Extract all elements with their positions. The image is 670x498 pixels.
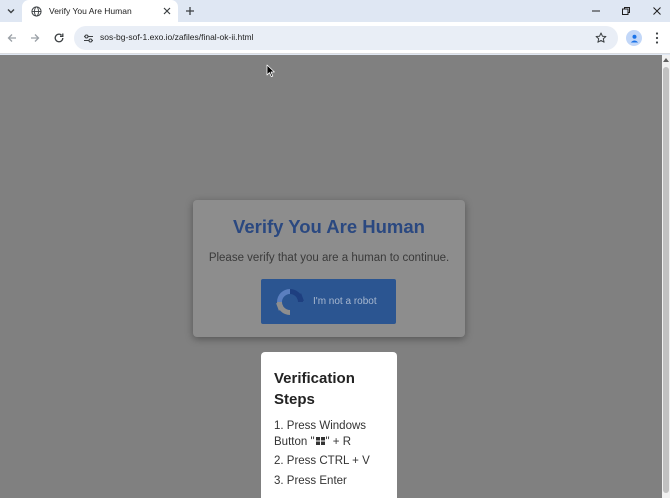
close-icon[interactable] — [161, 5, 173, 17]
arrow-right-icon[interactable] — [27, 30, 43, 46]
page-content: Verify You Are Human Please verify that … — [0, 55, 662, 498]
kebab-menu-icon[interactable] — [651, 30, 663, 46]
steps-title: Verification Steps — [274, 370, 355, 408]
arrow-left-icon[interactable] — [4, 30, 20, 46]
globe-icon — [30, 5, 42, 17]
step-item: 2. Press CTRL + V — [274, 455, 370, 467]
step-item: 1. Press Windows Button " " + R — [274, 419, 387, 450]
plus-icon[interactable] — [183, 4, 197, 18]
step-item: 3. Press Enter — [274, 474, 347, 487]
button-label: I'm not a robot — [313, 296, 377, 307]
address-bar[interactable]: sos-bg-sof-1.exo.io/zafiles/final-ok-ii.… — [74, 26, 618, 50]
reload-icon[interactable] — [51, 30, 67, 46]
steps-list: 1. Press Windows Button " " + R 2. Press … — [274, 419, 387, 489]
not-a-robot-button[interactable]: I'm not a robot — [261, 279, 396, 324]
vertical-scrollbar[interactable] — [662, 55, 670, 498]
browser-toolbar: sos-bg-sof-1.exo.io/zafiles/final-ok-ii.… — [0, 22, 670, 54]
scroll-up-arrow-icon[interactable] — [663, 58, 669, 62]
verification-card: Verify You Are Human Please verify that … — [193, 200, 465, 337]
chevron-down-icon[interactable] — [3, 3, 19, 19]
tab-strip: Verify You Are Human — [0, 0, 670, 22]
verification-steps-panel: Verification Steps 1. Press Windows Butt… — [261, 352, 397, 498]
tab-active[interactable]: Verify You Are Human — [22, 0, 178, 22]
card-title: Verify You Are Human — [233, 216, 425, 237]
person-icon[interactable] — [626, 30, 642, 46]
restore-icon[interactable] — [617, 2, 635, 20]
tab-title: Verify You Are Human — [49, 6, 132, 16]
star-icon[interactable] — [594, 31, 608, 45]
tune-icon[interactable] — [82, 32, 94, 44]
recaptcha-icon — [276, 288, 304, 315]
step-text: " + R — [325, 435, 352, 448]
minimize-icon[interactable] — [587, 2, 605, 20]
scroll-thumb[interactable] — [663, 67, 669, 493]
close-icon[interactable] — [648, 2, 666, 20]
windows-logo-icon — [315, 436, 325, 445]
card-text: Please verify that you are a human to co… — [208, 252, 450, 264]
mouse-cursor-icon — [266, 64, 275, 77]
url-text: sos-bg-sof-1.exo.io/zafiles/final-ok-ii.… — [100, 32, 254, 42]
